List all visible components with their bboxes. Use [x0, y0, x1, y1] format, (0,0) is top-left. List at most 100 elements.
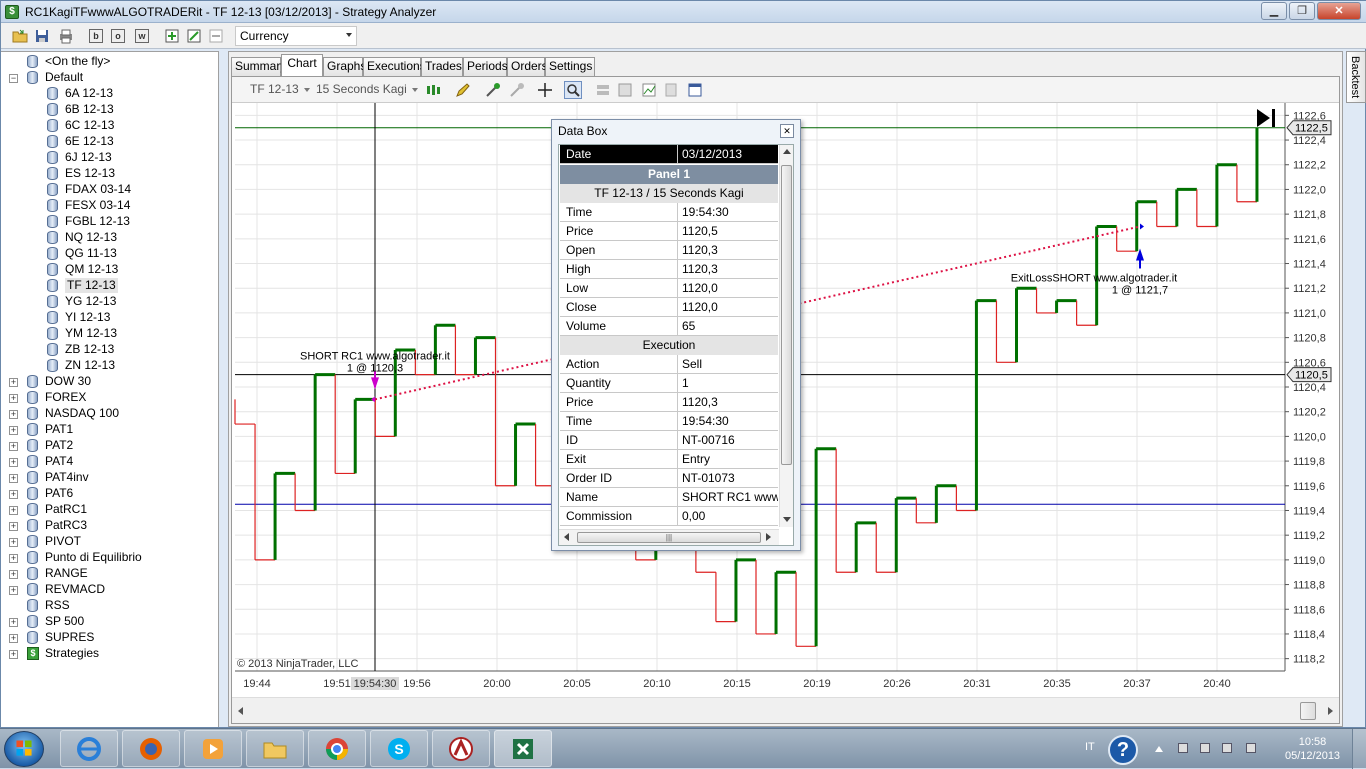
data-box-vertical-scrollbar[interactable] [779, 145, 793, 527]
excel-icon[interactable] [494, 730, 552, 767]
ninjatrader-icon[interactable] [432, 730, 490, 767]
scroll-thumb[interactable] [1300, 702, 1316, 720]
tab-chart[interactable]: Chart [281, 54, 323, 76]
expand-icon[interactable]: + [9, 538, 18, 547]
tree-item[interactable]: RSS [1, 598, 217, 614]
tab-settings[interactable]: Settings [545, 57, 595, 76]
expand-icon[interactable]: + [9, 634, 18, 643]
tray-expand-icon[interactable] [1155, 746, 1163, 752]
tab-trades[interactable]: Trades [421, 57, 463, 76]
add-icon[interactable] [163, 27, 181, 45]
start-button[interactable] [4, 731, 44, 767]
tree-item[interactable]: + PatRC1 [1, 502, 217, 518]
open-folder-icon[interactable] [11, 27, 29, 45]
tree-item[interactable]: QM 12-13 [1, 262, 217, 278]
save-icon[interactable] [33, 27, 51, 45]
expand-icon[interactable]: + [9, 458, 18, 467]
expand-icon[interactable]: + [9, 394, 18, 403]
skype-icon[interactable]: S [370, 730, 428, 767]
tree-item[interactable]: − Default [1, 70, 217, 86]
volume-icon[interactable] [1246, 743, 1256, 753]
instrument-selector[interactable]: TF 12-13 [250, 82, 310, 96]
tree-item[interactable]: TF 12-13 [1, 278, 217, 294]
expand-icon[interactable]: + [9, 554, 18, 563]
tree-item[interactable]: FESX 03-14 [1, 198, 217, 214]
maximize-button[interactable]: ❐ [1289, 2, 1315, 20]
backtest-side-tab[interactable]: Backtest [1346, 51, 1366, 103]
expand-icon[interactable]: + [9, 490, 18, 499]
tree-item[interactable]: + PatRC3 [1, 518, 217, 534]
databox-icon[interactable] [686, 81, 704, 99]
language-indicator[interactable]: IT [1085, 741, 1095, 753]
tree-item[interactable]: + Punto di Equilibrio [1, 550, 217, 566]
scroll-up-icon[interactable] [783, 149, 791, 154]
tree-item[interactable]: ZN 12-13 [1, 358, 217, 374]
scroll-left-icon[interactable] [238, 707, 243, 715]
close-button[interactable]: ✕ [1317, 2, 1361, 20]
tree-item[interactable]: 6E 12-13 [1, 134, 217, 150]
layout-icon[interactable] [594, 81, 612, 99]
tree-item[interactable]: 6A 12-13 [1, 86, 217, 102]
tree-item[interactable]: YG 12-13 [1, 294, 217, 310]
tree-item[interactable]: + NASDAQ 100 [1, 406, 217, 422]
period-selector[interactable]: 15 Seconds Kagi [316, 82, 418, 96]
expand-icon[interactable]: + [9, 378, 18, 387]
scroll-thumb[interactable] [781, 165, 792, 465]
expand-icon[interactable]: + [9, 506, 18, 515]
collapse-icon[interactable]: − [9, 74, 18, 83]
tree-item[interactable]: 6J 12-13 [1, 150, 217, 166]
data-box-horizontal-scrollbar[interactable]: ||| [559, 529, 779, 545]
tree-item[interactable]: 6B 12-13 [1, 102, 217, 118]
help-icon[interactable]: ? [1108, 735, 1138, 765]
add-indicator-icon[interactable] [484, 81, 502, 99]
remove-indicator-icon[interactable] [508, 81, 526, 99]
o-button[interactable]: o [109, 27, 127, 45]
strategy-icon[interactable] [662, 81, 680, 99]
tree-item[interactable]: + PAT6 [1, 486, 217, 502]
tree-item[interactable]: <On the fly> [1, 54, 217, 70]
b-button[interactable]: b [87, 27, 105, 45]
scroll-down-icon[interactable] [783, 517, 791, 522]
media-player-icon[interactable] [184, 730, 242, 767]
scroll-thumb[interactable]: ||| [577, 532, 761, 543]
tab-orders[interactable]: Orders [507, 57, 548, 76]
tab-summary[interactable]: Summary [231, 57, 286, 76]
zoom-icon[interactable] [564, 81, 582, 99]
chrome-icon[interactable] [308, 730, 366, 767]
tree-item[interactable]: 6C 12-13 [1, 118, 217, 134]
edit-icon[interactable] [185, 27, 203, 45]
scroll-right-icon[interactable] [1328, 707, 1333, 715]
tree-item[interactable]: FGBL 12-13 [1, 214, 217, 230]
tree-item[interactable]: QG 11-13 [1, 246, 217, 262]
remove-icon[interactable] [207, 27, 225, 45]
tree-item[interactable]: + SP 500 [1, 614, 217, 630]
title-bar[interactable]: $ RC1KagiTFwwwALGOTRADERit - TF 12-13 [0… [1, 1, 1366, 23]
properties-icon[interactable] [616, 81, 634, 99]
bar-style-icon[interactable] [424, 81, 442, 99]
tree-item[interactable]: + REVMACD [1, 582, 217, 598]
tree-item[interactable]: ES 12-13 [1, 166, 217, 182]
network-icon[interactable] [1200, 743, 1210, 753]
display-icon[interactable] [1222, 743, 1232, 753]
crosshair-icon[interactable] [536, 81, 554, 99]
expand-icon[interactable]: + [9, 410, 18, 419]
tree-item[interactable]: + $ Strategies [1, 646, 217, 662]
tree-item[interactable]: NQ 12-13 [1, 230, 217, 246]
panel-splitter[interactable] [220, 51, 228, 727]
expand-icon[interactable]: + [9, 442, 18, 451]
tree-item[interactable]: ZB 12-13 [1, 342, 217, 358]
print-icon[interactable] [57, 27, 75, 45]
tab-executions[interactable]: Executions [363, 57, 426, 76]
expand-icon[interactable]: + [9, 474, 18, 483]
tree-item[interactable]: FDAX 03-14 [1, 182, 217, 198]
ie-icon[interactable] [60, 730, 118, 767]
pencil-icon[interactable] [454, 81, 472, 99]
tab-graphs[interactable]: Graphs [323, 57, 366, 76]
firefox-icon[interactable] [122, 730, 180, 767]
expand-icon[interactable]: + [9, 618, 18, 627]
tree-item[interactable]: + PIVOT [1, 534, 217, 550]
expand-icon[interactable]: + [9, 522, 18, 531]
tree-item[interactable]: + FOREX [1, 390, 217, 406]
currency-dropdown[interactable]: Currency [235, 26, 357, 46]
expand-icon[interactable]: + [9, 586, 18, 595]
